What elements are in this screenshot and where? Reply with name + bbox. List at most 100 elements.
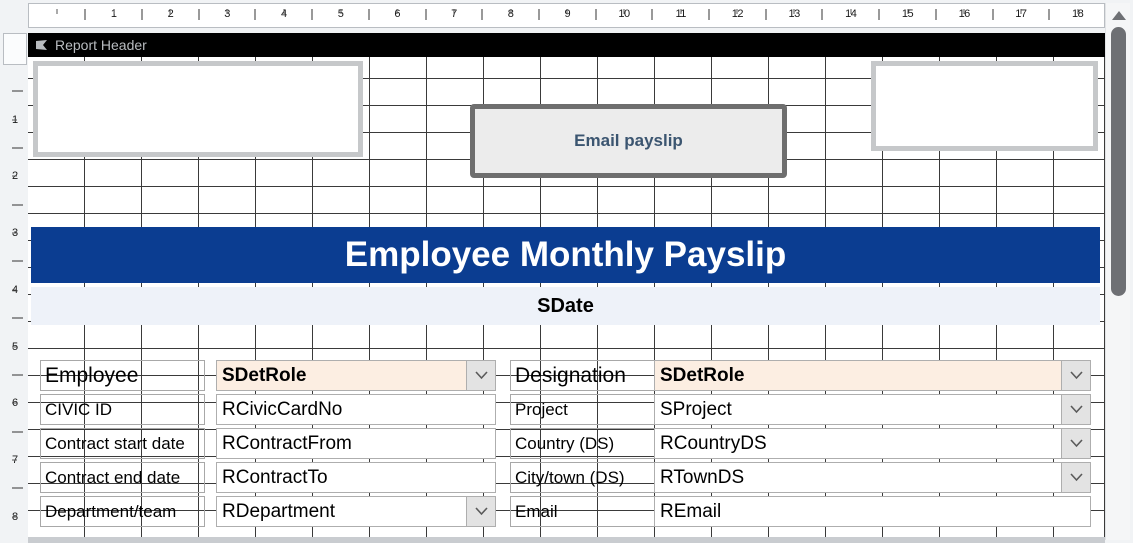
left-field-label-4[interactable]: Department/team bbox=[40, 496, 205, 527]
ruler-tick bbox=[510, 9, 512, 14]
report-title-banner[interactable]: Employee Monthly Payslip bbox=[31, 227, 1100, 283]
right-field-label-4[interactable]: Email bbox=[510, 496, 656, 527]
ruler-tick bbox=[340, 9, 341, 14]
right-field-value-text-3: RTownDS bbox=[660, 466, 745, 488]
ruler-tick bbox=[878, 9, 880, 20]
ruler-tick bbox=[651, 9, 653, 20]
left-field-value-2[interactable]: RContractFrom bbox=[216, 428, 496, 459]
vruler-tick bbox=[12, 289, 17, 291]
ruler-tick bbox=[198, 9, 200, 20]
ruler-tick bbox=[169, 9, 171, 14]
ruler-tick bbox=[850, 9, 852, 14]
report-date-band[interactable]: SDate bbox=[31, 287, 1100, 325]
left-field-dropdown-4[interactable] bbox=[466, 497, 495, 526]
chevron-down-icon bbox=[474, 371, 488, 380]
logo-image-placeholder-right[interactable] bbox=[871, 61, 1098, 151]
right-field-value-3[interactable]: RTownDS bbox=[654, 462, 1091, 493]
ruler-tick bbox=[935, 9, 937, 20]
left-field-value-3[interactable]: RContractTo bbox=[216, 462, 496, 493]
right-field-label-0[interactable]: Designation bbox=[510, 360, 656, 391]
vruler-tick bbox=[12, 317, 23, 319]
right-field-label-1[interactable]: Project bbox=[510, 394, 656, 425]
vruler-tick bbox=[12, 90, 23, 92]
ruler-tick bbox=[226, 9, 228, 14]
ruler-tick bbox=[141, 9, 143, 20]
left-field-value-1[interactable]: RCivicCardNo bbox=[216, 394, 496, 425]
ruler-tick bbox=[425, 9, 427, 20]
section-header-label: Report Header bbox=[55, 37, 147, 53]
vruler-tick bbox=[12, 204, 23, 206]
right-field-label-2[interactable]: Country (DS) bbox=[510, 428, 656, 459]
right-field-label-3[interactable]: City/town (DS) bbox=[510, 462, 656, 493]
right-field-dropdown-0[interactable] bbox=[1061, 361, 1090, 390]
right-field-dropdown-3[interactable] bbox=[1061, 463, 1090, 492]
ruler-tick bbox=[907, 9, 908, 14]
ruler-tick bbox=[1077, 9, 1079, 14]
vruler-tick bbox=[12, 402, 17, 404]
ruler-tick bbox=[538, 9, 540, 20]
ruler-corner-box bbox=[3, 33, 27, 65]
ruler-tick bbox=[113, 9, 115, 14]
ruler-tick bbox=[736, 9, 738, 14]
left-field-label-0[interactable]: Employee bbox=[40, 360, 205, 391]
ruler-tick bbox=[396, 9, 398, 14]
ruler-tick bbox=[254, 9, 256, 20]
vertical-ruler: 12345678 bbox=[3, 66, 27, 540]
ruler-tick bbox=[680, 9, 682, 14]
report-title-text: Employee Monthly Payslip bbox=[344, 235, 787, 274]
vruler-tick bbox=[12, 147, 23, 149]
section-header-bar[interactable]: Report Header bbox=[28, 33, 1105, 57]
left-field-value-text-0: SDetRole bbox=[222, 364, 307, 386]
ruler-tick bbox=[84, 9, 86, 20]
report-designer-window: 123456789101112131415161718 12345678 Rep… bbox=[0, 0, 1133, 543]
right-field-value-text-0: SDetRole bbox=[660, 364, 745, 386]
left-field-value-text-3: RContractTo bbox=[222, 466, 328, 488]
left-field-label-1[interactable]: CIVIC ID bbox=[40, 394, 205, 425]
ruler-tick bbox=[368, 9, 370, 20]
left-field-value-text-4: RDepartment bbox=[222, 500, 335, 522]
logo-image-placeholder-left[interactable] bbox=[33, 61, 363, 157]
ruler-tick bbox=[793, 9, 795, 14]
ruler-tick bbox=[708, 9, 710, 20]
ruler-tick bbox=[963, 9, 965, 14]
ruler-tick bbox=[283, 9, 285, 14]
design-canvas-grid[interactable]: Email payslip Employee Monthly Payslip S… bbox=[28, 57, 1105, 543]
right-field-dropdown-1[interactable] bbox=[1061, 395, 1090, 424]
ruler-tick bbox=[1020, 9, 1022, 14]
ruler-tick bbox=[992, 9, 994, 20]
left-field-value-text-2: RContractFrom bbox=[222, 432, 352, 454]
report-design-surface[interactable]: Report Header Email payslip Employee Mon… bbox=[28, 33, 1105, 543]
chevron-down-icon bbox=[1069, 439, 1083, 448]
left-field-value-0[interactable]: SDetRole bbox=[216, 360, 496, 391]
right-field-value-0[interactable]: SDetRole bbox=[654, 360, 1091, 391]
vruler-tick bbox=[12, 260, 23, 262]
left-field-label-3[interactable]: Contract end date bbox=[40, 462, 205, 493]
left-field-dropdown-0[interactable] bbox=[466, 361, 495, 390]
left-field-label-2[interactable]: Contract start date bbox=[40, 428, 205, 459]
vruler-tick bbox=[12, 175, 17, 177]
scroll-up-arrow-icon[interactable] bbox=[1106, 7, 1131, 24]
ruler-tick bbox=[311, 9, 313, 20]
right-field-value-1[interactable]: SProject bbox=[654, 394, 1091, 425]
left-field-value-text-1: RCivicCardNo bbox=[222, 398, 343, 420]
ruler-tick bbox=[623, 9, 625, 14]
vruler-tick bbox=[12, 374, 23, 376]
ruler-tick bbox=[595, 9, 597, 20]
vertical-scrollbar-thumb[interactable] bbox=[1111, 27, 1126, 296]
right-field-value-text-1: SProject bbox=[660, 398, 732, 420]
email-payslip-button-label: Email payslip bbox=[574, 131, 683, 150]
ruler-tick bbox=[56, 9, 58, 14]
right-field-value-2[interactable]: RCountryDS bbox=[654, 428, 1091, 459]
section-flag-icon bbox=[36, 39, 47, 50]
vruler-tick bbox=[12, 119, 17, 121]
ruler-tick bbox=[566, 9, 568, 14]
vruler-tick bbox=[12, 431, 23, 433]
vertical-scrollbar[interactable] bbox=[1105, 3, 1130, 540]
email-payslip-button[interactable]: Email payslip bbox=[470, 104, 787, 178]
left-field-value-4[interactable]: RDepartment bbox=[216, 496, 496, 527]
right-field-value-text-4: REmail bbox=[660, 500, 722, 522]
report-date-text: SDate bbox=[537, 294, 594, 317]
right-field-dropdown-2[interactable] bbox=[1061, 429, 1090, 458]
right-field-value-4[interactable]: REmail bbox=[654, 496, 1091, 527]
ruler-tick bbox=[821, 9, 823, 20]
